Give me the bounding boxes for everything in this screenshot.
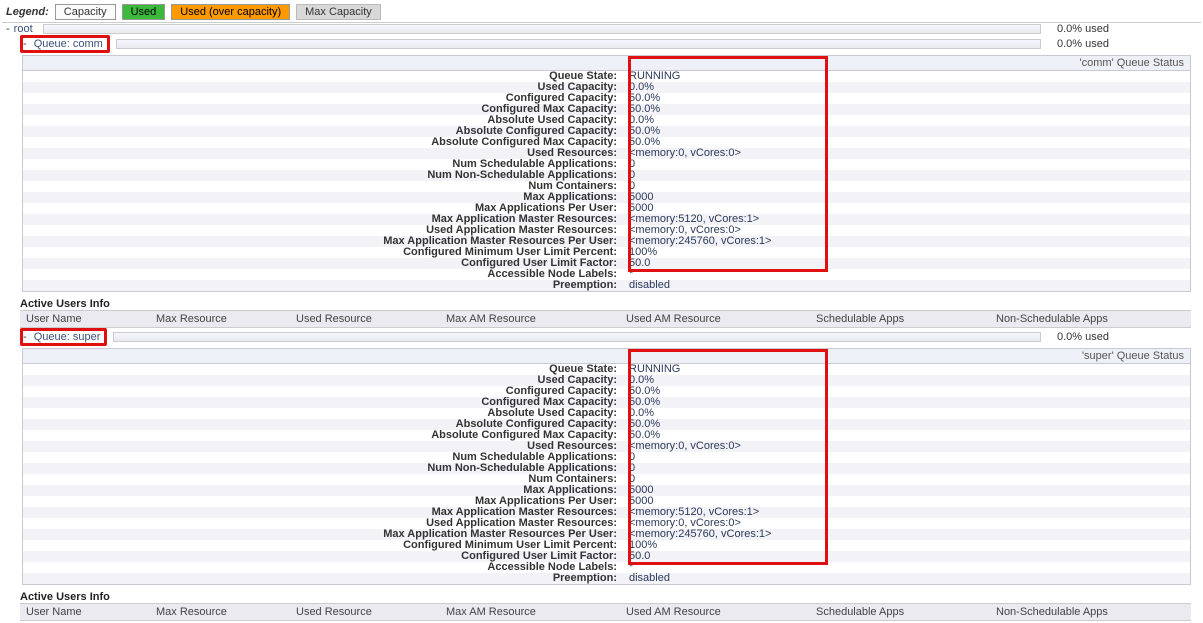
col-used-resource[interactable]: Used Resource xyxy=(290,604,440,620)
status-value: 5000 xyxy=(623,192,1190,203)
col-user-name[interactable]: User Name xyxy=(20,604,150,620)
queue-status-panel-comm: 'comm' Queue Status Queue State:RUNNINGU… xyxy=(22,55,1191,292)
col-used-resource[interactable]: Used Resource xyxy=(290,311,440,327)
legend-label: Legend: xyxy=(6,6,49,18)
status-value: 0.0% xyxy=(623,408,1190,419)
active-users-header: Active Users Info xyxy=(2,296,1201,310)
tree-toggle-icon[interactable]: - xyxy=(23,331,27,343)
status-value: * xyxy=(623,269,1190,280)
status-value: 0 xyxy=(623,463,1190,474)
status-value: 50.0% xyxy=(623,93,1190,104)
status-value: 0 xyxy=(623,170,1190,181)
status-value: 100% xyxy=(623,247,1190,258)
status-value: RUNNING xyxy=(623,364,1190,375)
capacity-bar xyxy=(43,24,1041,34)
status-value: 0.0% xyxy=(623,82,1190,93)
highlight-box: - Queue: comm xyxy=(20,35,110,53)
status-row: Preemption:disabled xyxy=(23,573,1190,584)
status-key: Preemption: xyxy=(23,573,623,584)
tree-root-label: root xyxy=(10,23,37,35)
status-value: 0 xyxy=(623,159,1190,170)
status-value: 50.0 xyxy=(623,551,1190,562)
legend-chip-over: Used (over capacity) xyxy=(171,4,290,20)
status-value: 100% xyxy=(623,540,1190,551)
col-max-resource[interactable]: Max Resource xyxy=(150,311,290,327)
tree-row-queue-super[interactable]: - Queue: super 0.0% used xyxy=(2,328,1201,346)
status-rows: Queue State:RUNNINGUsed Capacity:0.0%Con… xyxy=(23,71,1190,291)
status-value: 0.0% xyxy=(623,115,1190,126)
status-key: Accessible Node Labels: xyxy=(23,269,623,280)
status-value: 5000 xyxy=(623,485,1190,496)
col-used-am-resource[interactable]: Used AM Resource xyxy=(620,604,810,620)
capacity-bar xyxy=(116,39,1041,49)
legend-chip-used: Used xyxy=(122,4,166,20)
legend-chip-max: Max Capacity xyxy=(296,4,381,20)
queue-super-label: Queue: super xyxy=(30,331,105,343)
status-value: 0.0% xyxy=(623,375,1190,386)
highlight-box: - Queue: super xyxy=(20,328,107,346)
col-schedulable-apps[interactable]: Schedulable Apps xyxy=(810,311,990,327)
col-non-schedulable-apps[interactable]: Non-Schedulable Apps xyxy=(990,311,1191,327)
status-key: Queue State: xyxy=(23,71,623,82)
status-key: Preemption: xyxy=(23,280,623,291)
status-value: 0 xyxy=(623,474,1190,485)
status-value: 50.0% xyxy=(623,104,1190,115)
status-value: <memory:0, vCores:0> xyxy=(623,441,1190,452)
status-value: <memory:245760, vCores:1> xyxy=(623,529,1190,540)
active-users-columns: User Name Max Resource Used Resource Max… xyxy=(20,603,1191,621)
status-value: 50.0% xyxy=(623,126,1190,137)
panel-title: 'comm' Queue Status xyxy=(23,56,1190,71)
legend-row: Legend: Capacity Used Used (over capacit… xyxy=(2,2,1201,23)
status-value: * xyxy=(623,562,1190,573)
status-value: 0 xyxy=(623,181,1190,192)
status-value: disabled xyxy=(623,280,1190,291)
col-used-am-resource[interactable]: Used AM Resource xyxy=(620,311,810,327)
col-max-am-resource[interactable]: Max AM Resource xyxy=(440,311,620,327)
status-row: Preemption:disabled xyxy=(23,280,1190,291)
status-value: disabled xyxy=(623,573,1190,584)
col-max-am-resource[interactable]: Max AM Resource xyxy=(440,604,620,620)
used-percent: 0.0% used xyxy=(1047,38,1197,50)
col-schedulable-apps[interactable]: Schedulable Apps xyxy=(810,604,990,620)
tree-row-queue-comm[interactable]: - Queue: comm 0.0% used xyxy=(2,35,1201,53)
status-rows: Queue State:RUNNINGUsed Capacity:0.0%Con… xyxy=(23,364,1190,584)
used-percent: 0.0% used xyxy=(1047,331,1197,343)
tree-toggle-icon[interactable]: - xyxy=(23,38,27,50)
status-value: 50.0% xyxy=(623,419,1190,430)
active-users-header: Active Users Info xyxy=(2,589,1201,603)
status-value: <memory:0, vCores:0> xyxy=(623,148,1190,159)
used-percent: 0.0% used xyxy=(1047,23,1197,35)
status-value: RUNNING xyxy=(623,71,1190,82)
col-max-resource[interactable]: Max Resource xyxy=(150,604,290,620)
col-non-schedulable-apps[interactable]: Non-Schedulable Apps xyxy=(990,604,1191,620)
legend-chip-capacity: Capacity xyxy=(55,4,116,20)
status-value: 0 xyxy=(623,452,1190,463)
status-key: Queue State: xyxy=(23,364,623,375)
status-key: Accessible Node Labels: xyxy=(23,562,623,573)
status-value: <memory:245760, vCores:1> xyxy=(623,236,1190,247)
capacity-bar xyxy=(113,332,1041,342)
status-value: 50.0% xyxy=(623,397,1190,408)
status-value: 50.0 xyxy=(623,258,1190,269)
status-value: 50.0% xyxy=(623,386,1190,397)
queue-comm-label: Queue: comm xyxy=(30,38,107,50)
panel-title: 'super' Queue Status xyxy=(23,349,1190,364)
tree-row-root[interactable]: - root 0.0% used xyxy=(2,23,1201,35)
col-user-name[interactable]: User Name xyxy=(20,311,150,327)
active-users-columns: User Name Max Resource Used Resource Max… xyxy=(20,310,1191,328)
queue-status-panel-super: 'super' Queue Status Queue State:RUNNING… xyxy=(22,348,1191,585)
